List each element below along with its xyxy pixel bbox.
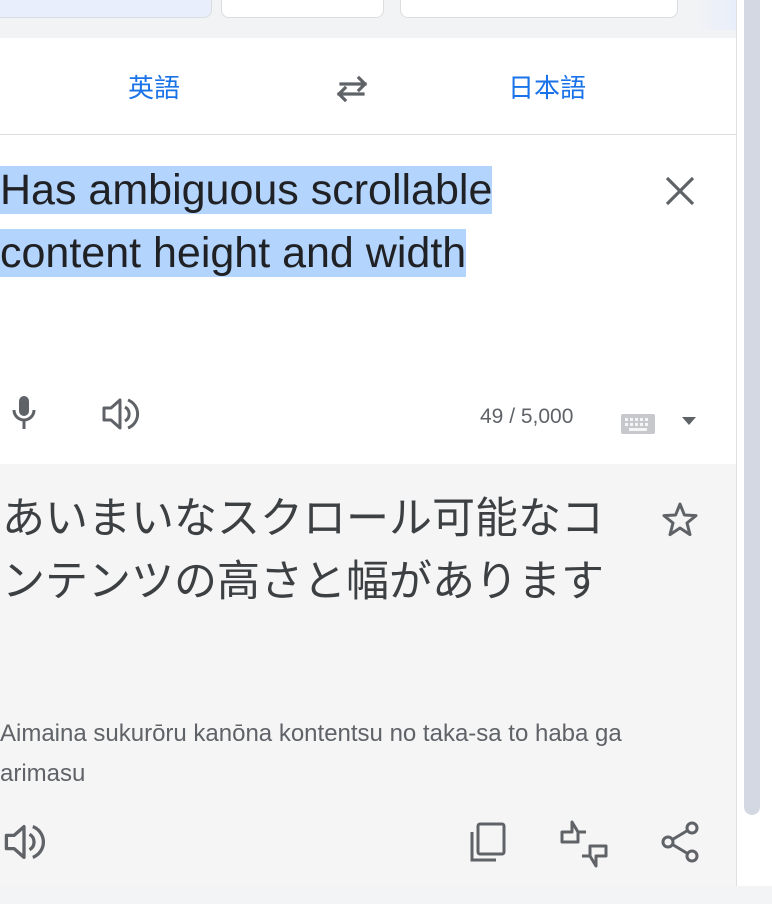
- star-icon[interactable]: [660, 500, 700, 540]
- character-count: 49 / 5,000: [480, 405, 574, 428]
- mode-tab-documents[interactable]: [400, 0, 678, 18]
- source-text-line-1: Has ambiguous scrollable: [0, 166, 493, 214]
- speaker-icon[interactable]: [100, 395, 140, 433]
- chevron-down-icon[interactable]: [680, 415, 698, 427]
- source-language-button[interactable]: 英語: [128, 68, 180, 105]
- source-input-area[interactable]: Has ambiguous scrollable content height …: [0, 135, 736, 464]
- romanization-text: Aimaina sukurōru kanōna kontentsu no tak…: [0, 720, 622, 787]
- language-bar: 英語 日本語: [0, 38, 736, 135]
- swap-arrows-icon[interactable]: [333, 72, 371, 102]
- mic-icon[interactable]: [8, 393, 40, 433]
- translate-panel: 英語 日本語 Has ambiguous scrollable content …: [0, 38, 736, 886]
- copy-icon[interactable]: [466, 820, 510, 864]
- bottom-strip: [0, 886, 772, 904]
- top-tab-strip: [0, 0, 736, 38]
- mode-tab-images[interactable]: [221, 0, 384, 18]
- share-icon[interactable]: [658, 820, 702, 864]
- translated-text: あいまいなスクロール可能なコンテンツの高さと幅があります: [2, 494, 604, 607]
- source-text-line-2: content height and width: [0, 229, 467, 277]
- keyboard-icon[interactable]: [620, 413, 656, 435]
- translation-output-area: あいまいなスクロール可能なコンテンツの高さと幅があります Aimaina suk…: [0, 464, 736, 886]
- feedback-icon[interactable]: [558, 820, 608, 868]
- target-language-button[interactable]: 日本語: [508, 68, 586, 105]
- source-text[interactable]: Has ambiguous scrollable content height …: [0, 159, 600, 285]
- tab-strip-fade: [696, 0, 736, 30]
- scrollbar-thumb[interactable]: [744, 0, 760, 815]
- close-icon[interactable]: [660, 171, 700, 211]
- speaker-icon[interactable]: [2, 820, 46, 864]
- mode-tab-text[interactable]: [0, 0, 212, 18]
